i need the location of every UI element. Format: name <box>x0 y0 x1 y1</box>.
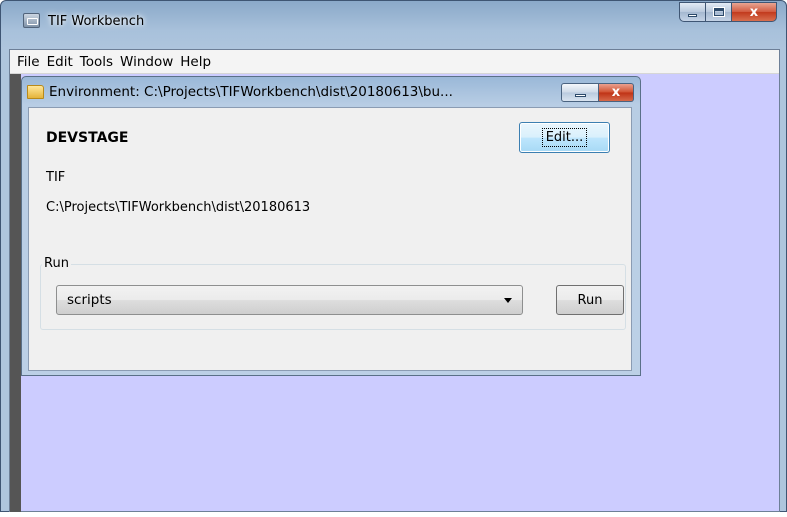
environment-caption-buttons: x <box>561 83 634 102</box>
environment-type: TIF <box>46 170 66 185</box>
main-window: TIF Workbench x File Edit Tools Window H… <box>0 0 787 512</box>
script-select-value: scripts <box>67 292 112 308</box>
minimize-button[interactable] <box>679 2 706 22</box>
environment-name: DEVSTAGE <box>46 130 129 146</box>
close-button[interactable]: x <box>732 2 777 22</box>
environment-window-title[interactable]: Environment: C:\Projects\TIFWorkbench\di… <box>49 84 453 100</box>
close-icon: x <box>611 85 621 100</box>
menu-edit[interactable]: Edit <box>44 54 76 70</box>
edit-button[interactable]: Edit... <box>519 122 610 153</box>
environment-minimize-button[interactable] <box>561 83 599 102</box>
minimize-icon <box>688 13 697 17</box>
environment-close-button[interactable]: x <box>599 83 634 102</box>
run-group-label: Run <box>42 256 71 271</box>
left-panel-edge <box>10 74 21 512</box>
maximize-button[interactable] <box>706 2 732 22</box>
menu-help[interactable]: Help <box>177 54 214 70</box>
menu-bar: File Edit Tools Window Help <box>10 50 779 74</box>
maximize-icon <box>712 7 725 17</box>
menu-tools[interactable]: Tools <box>77 54 116 70</box>
close-icon: x <box>749 4 759 20</box>
script-select[interactable]: scripts <box>56 285 523 315</box>
app-icon[interactable] <box>23 13 40 28</box>
main-titlebar[interactable]: TIF Workbench x <box>1 1 786 47</box>
run-button[interactable]: Run <box>556 285 624 315</box>
environment-path: C:\Projects\TIFWorkbench\dist\20180613 <box>46 200 311 215</box>
minimize-icon <box>574 94 586 97</box>
app-title: TIF Workbench <box>48 14 145 29</box>
environment-window: Environment: C:\Projects\TIFWorkbench\di… <box>21 76 641 376</box>
caption-buttons: x <box>679 2 777 22</box>
menu-window[interactable]: Window <box>117 54 176 70</box>
menu-file[interactable]: File <box>14 54 43 70</box>
run-groupbox: Run scripts Run <box>40 256 626 330</box>
environment-panel: DEVSTAGE Edit... TIF C:\Projects\TIFWork… <box>28 107 632 371</box>
chevron-down-icon <box>504 298 512 303</box>
edit-button-label: Edit... <box>541 128 588 147</box>
run-button-label: Run <box>577 292 603 308</box>
main-client-area: File Edit Tools Window Help Environment:… <box>9 49 780 512</box>
folder-icon <box>27 85 44 99</box>
